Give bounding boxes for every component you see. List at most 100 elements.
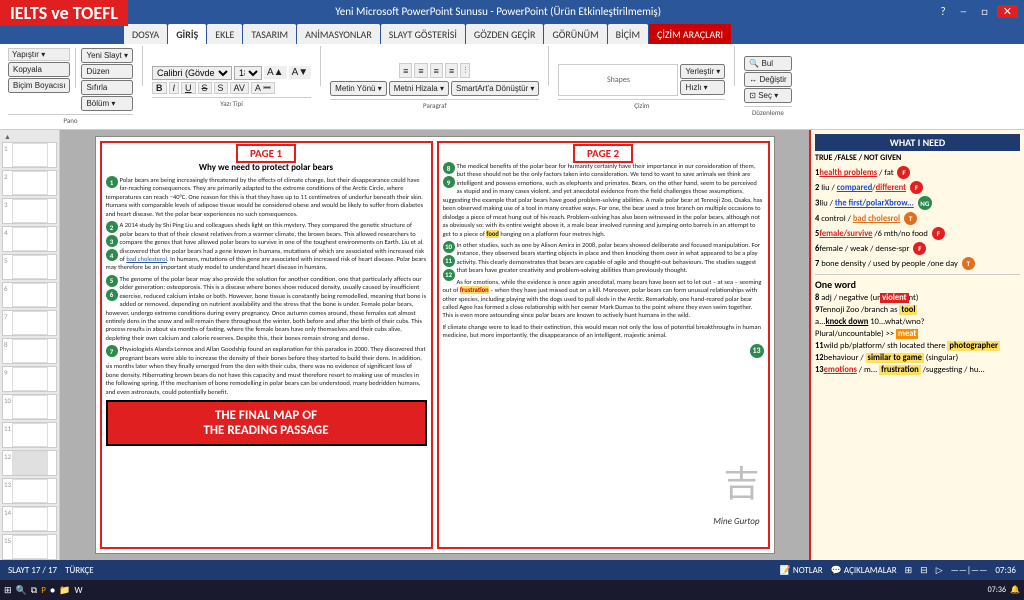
slide-thumb-10[interactable]: 10	[2, 394, 57, 420]
minimize-btn[interactable]: ─	[955, 5, 973, 18]
duzen-btn[interactable]: Düzen	[81, 64, 133, 79]
smartart-btn[interactable]: SmartArt'a Dönüştür ▾	[451, 81, 539, 96]
chrome-taskbar[interactable]: ●	[50, 585, 55, 596]
slide-thumb-5[interactable]: 5	[2, 254, 57, 280]
bul-btn[interactable]: 🔍 Bul	[744, 56, 791, 71]
panel-scroll-up[interactable]: ▲	[2, 132, 57, 140]
circle-2: 2	[106, 221, 118, 233]
tab-animasyonlar[interactable]: ANİMASYONLAR	[297, 24, 380, 44]
circle-9: 9	[443, 176, 455, 188]
restore-btn[interactable]: □	[975, 5, 994, 18]
slide-thumb-2[interactable]: 2	[2, 170, 57, 196]
rp-item-6: 6female / weak / dense-spr F	[815, 242, 1020, 255]
start-btn[interactable]: ⊞	[4, 585, 12, 596]
view-reading[interactable]: ▷	[936, 565, 943, 576]
circle-13-container: 13	[443, 343, 764, 358]
page1-container: PAGE 1 Why we need to protect polar bear…	[100, 141, 433, 549]
one-word-section: One word 8 adj / negative (urviolentnt) …	[815, 274, 1020, 375]
title-bar: 🗂 💾 ↩ ↪ Yeni Microsoft PowerPoint Sunusu…	[0, 0, 1024, 22]
tab-bicim[interactable]: BİÇİM	[608, 24, 648, 44]
slide-thumb-7[interactable]: 7	[2, 310, 57, 336]
explorer-taskbar[interactable]: 📁	[59, 585, 70, 596]
font-name-select[interactable]: Calibri (Gövde)	[152, 66, 232, 80]
slide-thumb-6[interactable]: 6	[2, 282, 57, 308]
tab-gozden[interactable]: GÖZDEN GEÇİR	[466, 24, 544, 44]
help-btn[interactable]: ?	[935, 5, 952, 18]
taskbar-notification[interactable]: 🔔	[1010, 585, 1020, 595]
columns-btn[interactable]: ⫶	[460, 63, 470, 78]
align-left-btn[interactable]: ≡	[399, 63, 412, 78]
tab-cizim[interactable]: ÇİZİM ARAÇLARI	[649, 24, 731, 44]
task-view-btn[interactable]: ⧉	[31, 585, 37, 596]
bolum-btn[interactable]: Bölüm ▾	[81, 96, 133, 111]
slide-thumb-8[interactable]: 8	[2, 338, 57, 364]
slide-thumb-14[interactable]: 14	[2, 506, 57, 532]
circle-4: 4	[106, 249, 118, 261]
word-taskbar[interactable]: W	[75, 585, 83, 596]
increase-font-btn[interactable]: A▲	[264, 66, 287, 79]
taskbar-time: 07:36	[988, 585, 1006, 595]
rp-item-1: 1health problems / fat F	[815, 166, 1020, 179]
yerlesik-btn[interactable]: Yerleştir ▾	[680, 64, 725, 79]
font-size-select[interactable]: 18	[234, 66, 262, 80]
time-display: 07:36	[995, 565, 1016, 576]
italic-btn[interactable]: I	[169, 82, 180, 94]
slide-thumb-11[interactable]: 11	[2, 422, 57, 448]
align-right-btn[interactable]: ≡	[430, 63, 443, 78]
page1-para1: 1 Polar bears are being increasingly thr…	[106, 176, 427, 218]
sifirla-btn[interactable]: Sıfırla	[81, 80, 133, 95]
page1-para3: 5 6 The genome of the polar bear may als…	[106, 275, 427, 343]
yapistir-btn[interactable]: Yapıştır ▾	[8, 48, 70, 61]
circle-13: 13	[750, 344, 764, 358]
decrease-font-btn[interactable]: A▼	[289, 66, 312, 79]
rp-item-12: 12behaviour / similar to game (singular)	[815, 353, 1020, 363]
page1-para2: 2 3 4 A 2014 study by Shi Ping Liu and c…	[106, 221, 427, 272]
slide-thumb-15[interactable]: 15	[2, 534, 57, 560]
language-indicator: TÜRKÇE	[65, 565, 94, 576]
align-center-btn[interactable]: ≡	[414, 63, 427, 78]
strikethrough-btn[interactable]: S	[198, 82, 212, 94]
rp-item-8: 8 adj / negative (urviolentnt)	[815, 293, 1020, 303]
char-space-btn[interactable]: AV	[230, 82, 249, 94]
degistir-btn[interactable]: ↔ Değiştir	[744, 72, 791, 87]
slide-thumb-3[interactable]: 3	[2, 198, 57, 224]
powerpoint-taskbar[interactable]: P	[41, 585, 46, 596]
slide-thumb-1[interactable]: 1	[2, 142, 57, 168]
tab-slayt[interactable]: SLAYT GÖSTERİSİ	[381, 24, 465, 44]
slide-thumb-12[interactable]: 12	[2, 450, 57, 476]
slide-thumb-13[interactable]: 13	[2, 478, 57, 504]
metni-hizala-btn[interactable]: Metni Hizala ▾	[389, 81, 449, 96]
paragraph-label: Paragraf	[330, 99, 539, 110]
tab-tasarim[interactable]: TASARIM	[243, 24, 296, 44]
tab-giris[interactable]: GİRİŞ	[168, 24, 206, 44]
circle-1: 1	[106, 176, 118, 188]
comments-btn[interactable]: 💬 AÇIKLAMALAR	[831, 565, 897, 576]
ribbon-tabs: DOSYA GİRİŞ EKLE TASARIM ANİMASYONLAR SL…	[0, 22, 1024, 44]
sec-btn[interactable]: ⊡ Seç ▾	[744, 88, 791, 103]
bicim-boyacisi-btn[interactable]: Biçim Boyacısı	[8, 78, 70, 93]
font-color-btn[interactable]: A	[251, 82, 275, 94]
slide-thumb-9[interactable]: 9	[2, 366, 57, 392]
justify-btn[interactable]: ≡	[445, 63, 458, 78]
tab-ekle[interactable]: EKLE	[207, 24, 242, 44]
font-group: Calibri (Gövde) 18 A▲ A▼ B I U S S AV A …	[148, 46, 315, 127]
view-sorter[interactable]: ⊟	[920, 565, 928, 576]
bottom-banner: THE FINAL MAP OF THE READING PASSAGE	[106, 400, 427, 446]
bold-btn[interactable]: B	[152, 82, 167, 94]
notes-btn[interactable]: 📝 NOTLAR	[780, 565, 823, 576]
kopyala-btn[interactable]: Kopyala	[8, 62, 70, 77]
underline-btn[interactable]: U	[181, 82, 196, 94]
metin-yonu-btn[interactable]: Metin Yönü ▾	[330, 81, 387, 96]
close-btn[interactable]: ✕	[997, 5, 1018, 18]
tab-dosya[interactable]: DOSYA	[124, 24, 167, 44]
slide-thumb-4[interactable]: 4	[2, 226, 57, 252]
shadow-btn[interactable]: S	[214, 82, 228, 94]
rp-item-2: 2 liu / compared/different F	[815, 181, 1020, 194]
tab-gorunum[interactable]: GÖRÜNÜM	[544, 24, 606, 44]
view-normal[interactable]: ⊞	[905, 565, 913, 576]
shapes-gallery[interactable]: Shapes	[558, 64, 678, 96]
hizli-btn[interactable]: Hızlı ▾	[680, 80, 725, 95]
cortana-btn[interactable]: 🔍	[16, 585, 27, 596]
pano-label: Pano	[8, 114, 133, 125]
yeni-slayt-btn[interactable]: Yeni Slayt ▾	[81, 48, 133, 63]
